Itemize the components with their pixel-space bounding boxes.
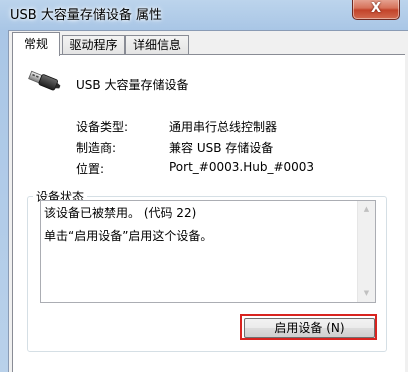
manufacturer-label: 制造商: <box>76 141 117 155</box>
properties-window: USB 大容量存储设备 属性 X 常规 驱动程序 详细信息 USB 大容量存储设… <box>0 0 408 372</box>
scroll-up-arrow-icon[interactable]: ▲ <box>358 201 375 218</box>
status-scrollbar[interactable]: ▲ ▼ <box>357 201 375 302</box>
status-line-disabled: 该设备已被禁用。 (代码 22) <box>44 206 197 220</box>
dialog-body: 常规 驱动程序 详细信息 USB 大容量存储设备 设备类型: 通用串行总线控制器… <box>8 30 408 372</box>
tab-driver[interactable]: 驱动程序 <box>62 35 125 55</box>
enable-device-button[interactable]: 启用设备 (N) <box>244 318 375 338</box>
window-title: USB 大容量存储设备 属性 <box>10 8 162 23</box>
manufacturer-value: 兼容 USB 存储设备 <box>169 141 274 155</box>
general-tab-panel: USB 大容量存储设备 设备类型: 通用串行总线控制器 制造商: 兼容 USB … <box>12 54 405 372</box>
title-bar[interactable]: USB 大容量存储设备 属性 X <box>0 0 408 28</box>
device-name: USB 大容量存储设备 <box>76 78 189 92</box>
tab-general[interactable]: 常规 <box>12 32 60 56</box>
location-label: 位置: <box>76 162 105 176</box>
close-button[interactable]: X <box>352 0 400 20</box>
enable-device-highlight: 启用设备 (N) <box>240 314 377 340</box>
status-line-instruction: 单击“启用设备”启用这个设备。 <box>44 229 213 243</box>
location-value: Port_#0003.Hub_#0003 <box>169 160 315 174</box>
device-type-label: 设备类型: <box>76 120 129 134</box>
close-icon: X <box>370 1 382 16</box>
tab-details[interactable]: 详细信息 <box>125 35 189 55</box>
usb-plug-icon <box>27 69 63 93</box>
device-type-value: 通用串行总线控制器 <box>169 120 278 134</box>
device-status-textbox[interactable]: 该设备已被禁用。 (代码 22) 单击“启用设备”启用这个设备。 ▲ ▼ <box>40 200 376 303</box>
scroll-down-arrow-icon[interactable]: ▼ <box>358 285 375 302</box>
